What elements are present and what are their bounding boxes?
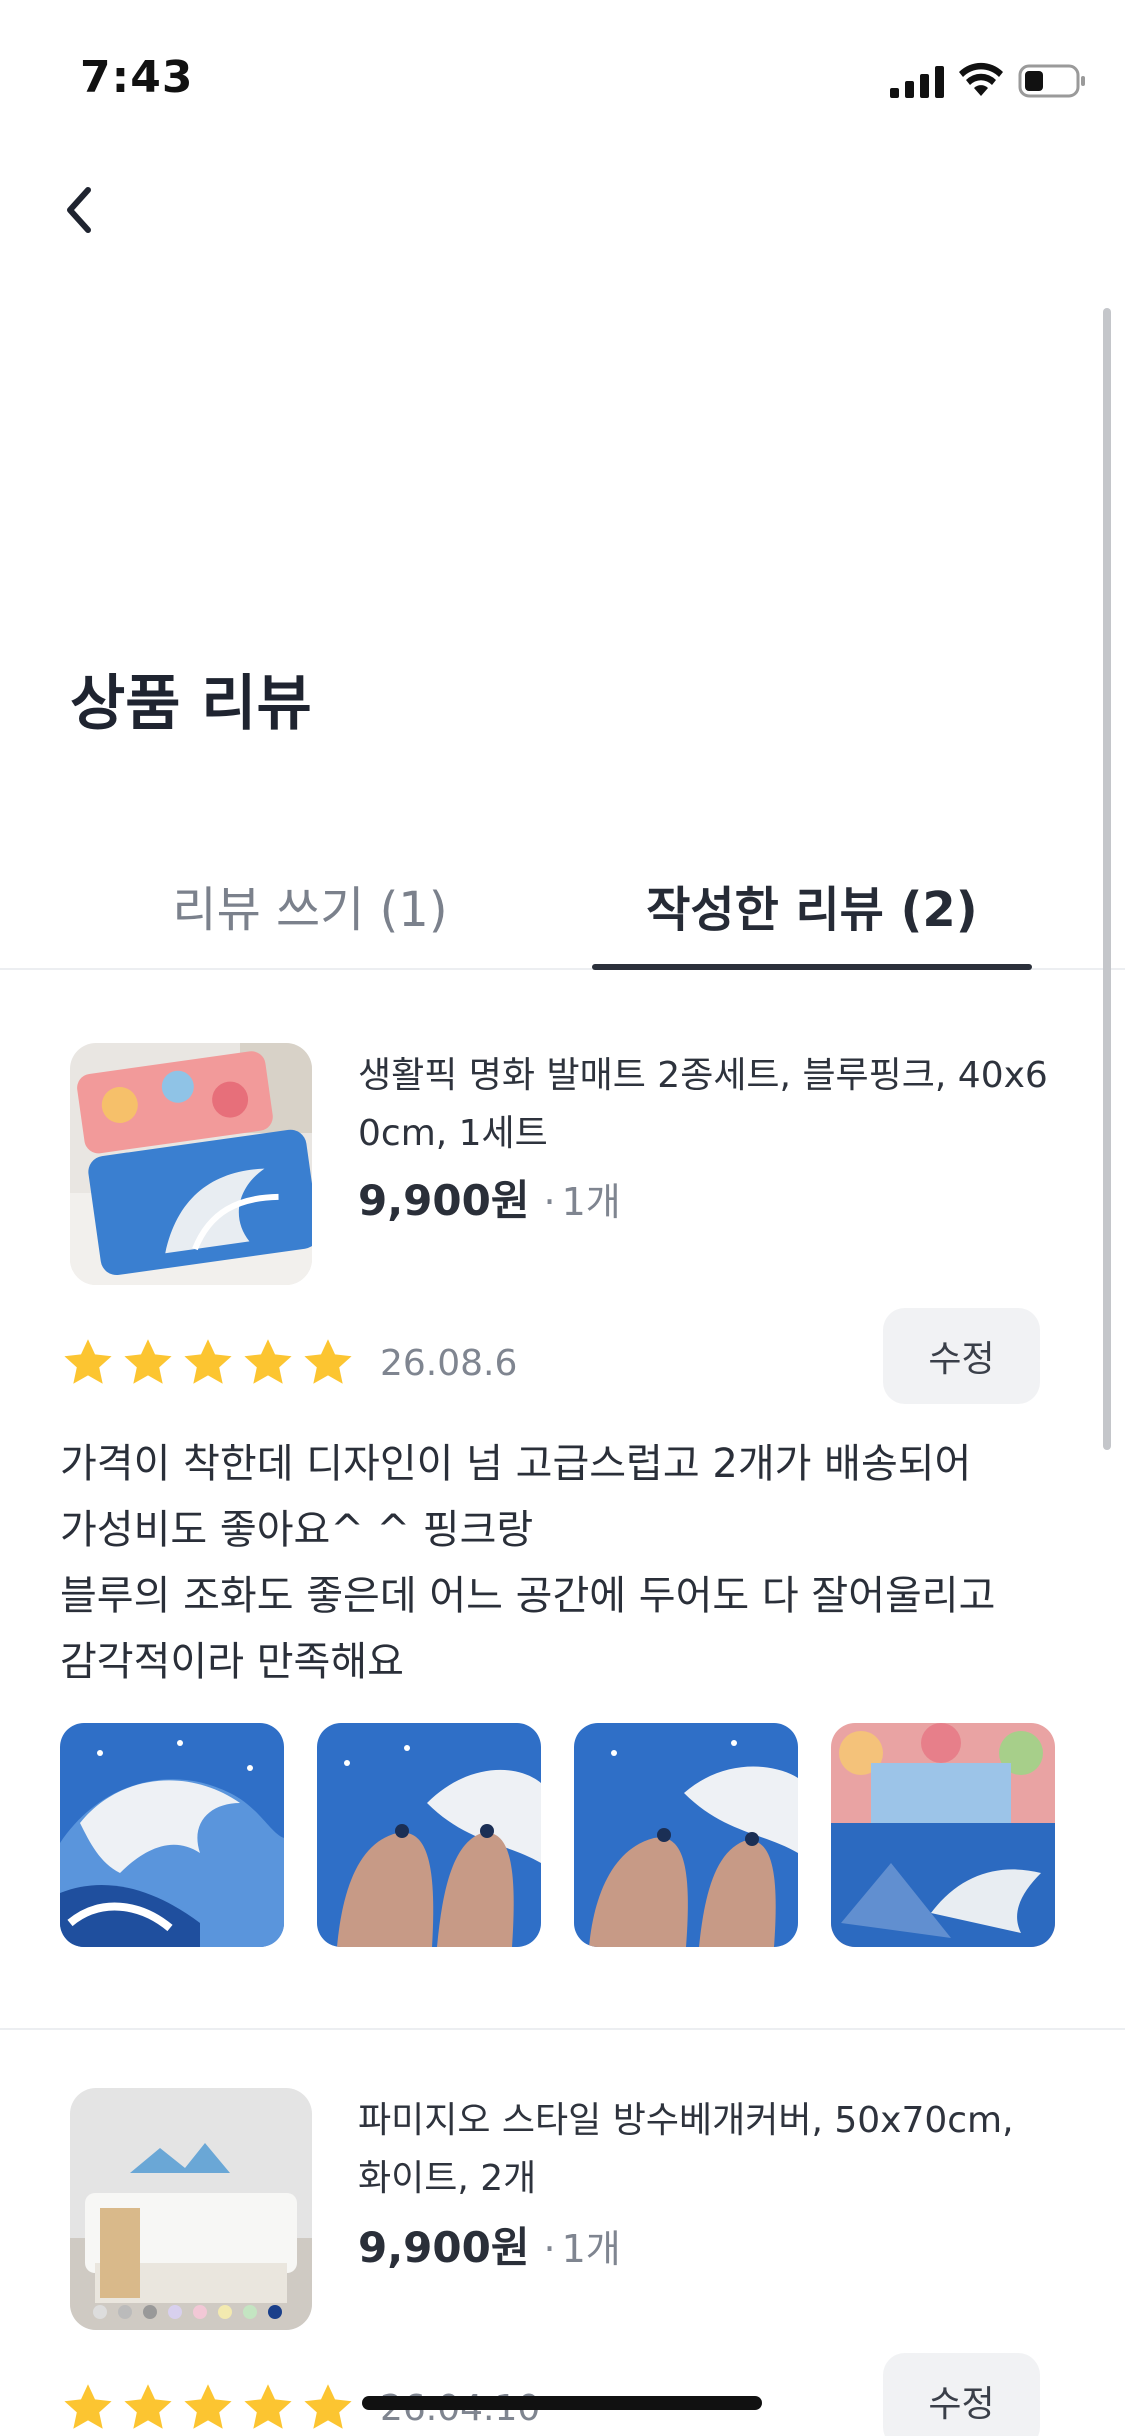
product-price: 9,900원 — [358, 2223, 530, 2272]
star-icon — [124, 1339, 172, 1384]
price-line: 9,900원 · 1개 — [358, 2214, 621, 2275]
star-icon — [124, 2384, 172, 2429]
pillow-cover-product-image — [70, 2088, 312, 2330]
cellular-signal-icon — [890, 66, 944, 98]
product-thumbnail[interactable] — [70, 2088, 312, 2330]
review-text-line: 감각적이라 만족해요 — [60, 1639, 404, 1685]
review-tabs: 리뷰 쓰기 (1) 작성한 리뷰 (2) — [0, 840, 1125, 970]
review-date: 26.08.6 — [380, 1342, 518, 1384]
back-chevron-icon — [67, 187, 91, 233]
edit-review-button[interactable]: 수정 — [883, 2353, 1040, 2436]
product-name[interactable]: 파미지오 스타일 방수베개커버, 50x70cm, 화이트, 2개 — [358, 2092, 1058, 2208]
star-icon — [184, 1339, 232, 1384]
review-photo[interactable] — [574, 1723, 798, 1947]
separator-dot: · — [543, 2227, 556, 2271]
star-icon — [64, 1339, 112, 1384]
packaged-mats-photo — [831, 1723, 1055, 1947]
product-name[interactable]: 생활픽 명화 발매트 2종세트, 블루핑크, 40x60cm, 1세트 — [358, 1047, 1058, 1163]
back-button[interactable] — [50, 170, 130, 250]
review-divider — [0, 2028, 1125, 2030]
review-text: 가격이 착한데 디자인이 넘 고급스럽고 2개가 배송되어 가성비도 좋아요^ … — [60, 1431, 1070, 1695]
product-quantity-group: · 1개 — [544, 1171, 621, 1226]
review-text-line: 블루의 조화도 좋은데 어느 공간에 두어도 다 잘어울리고 — [60, 1573, 996, 1619]
review-text-line: 가성비도 좋아요^ ^ 핑크랑 — [60, 1507, 534, 1553]
product-price: 9,900원 — [358, 1176, 530, 1225]
product-thumbnail[interactable] — [70, 1043, 312, 1285]
product-quantity: 1개 — [561, 1180, 621, 1224]
home-indicator[interactable] — [362, 2396, 762, 2410]
star-icon — [244, 1339, 292, 1384]
star-icon — [244, 2384, 292, 2429]
status-bar: 7:43 — [0, 0, 1125, 150]
price-line: 9,900원 · 1개 — [358, 1167, 621, 1228]
scroll-indicator[interactable] — [1103, 308, 1111, 1450]
feet-on-mat-photo — [574, 1723, 798, 1947]
battery-icon — [1018, 64, 1085, 98]
star-icon — [304, 1339, 352, 1384]
review-photo[interactable] — [831, 1723, 1055, 1947]
review-photo[interactable] — [317, 1723, 541, 1947]
product-quantity: 1개 — [561, 2227, 621, 2271]
page-title: 상품 리뷰 — [70, 669, 312, 739]
tab-write-review[interactable]: 리뷰 쓰기 (1) — [110, 840, 510, 970]
feet-on-mat-photo — [317, 1723, 541, 1947]
active-tab-indicator — [592, 964, 1032, 970]
review-photo[interactable] — [60, 1723, 284, 1947]
tab-written-reviews[interactable]: 작성한 리뷰 (2) — [592, 840, 1032, 970]
review-text-line: 가격이 착한데 디자인이 넘 고급스럽고 2개가 배송되어 — [60, 1441, 972, 1487]
bath-mat-product-image — [70, 1043, 312, 1285]
review-photos — [60, 1723, 1088, 1947]
product-quantity-group: · 1개 — [544, 2218, 621, 2273]
star-icon — [64, 2384, 112, 2429]
status-time: 7:43 — [80, 52, 194, 103]
wifi-icon — [959, 62, 1003, 96]
star-icon — [184, 2384, 232, 2429]
wave-photo — [60, 1723, 284, 1947]
separator-dot: · — [543, 1180, 556, 1224]
rating-row: 26.08.6 — [60, 1328, 517, 1398]
edit-review-button[interactable]: 수정 — [883, 1308, 1040, 1404]
star-icon — [304, 2384, 352, 2429]
